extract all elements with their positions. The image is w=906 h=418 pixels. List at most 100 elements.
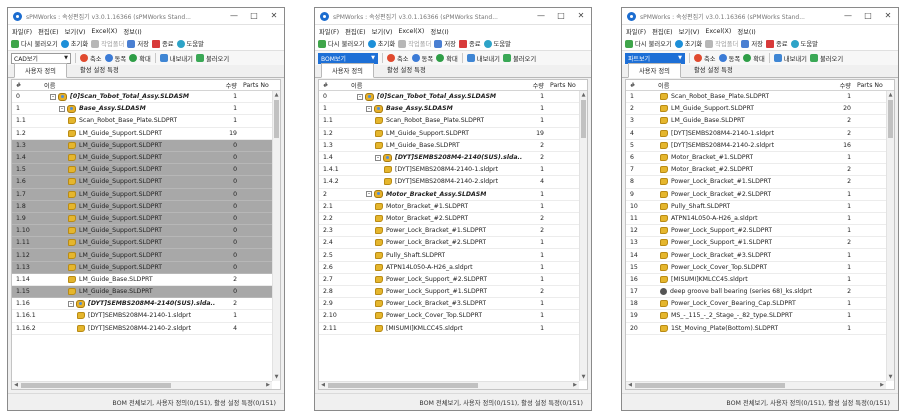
open-folder-button[interactable]: 작업폴더 bbox=[398, 39, 431, 48]
export-button[interactable]: 내보내기 bbox=[159, 54, 193, 63]
row-qty[interactable]: 2 bbox=[522, 215, 548, 222]
row-qty[interactable]: 1 bbox=[522, 239, 548, 246]
table-row[interactable]: 19 MS_-_115_-_2_Stage_-_82_type.SLDPRT 1 bbox=[626, 310, 894, 323]
column-header-qty[interactable]: 수량 bbox=[829, 81, 855, 90]
row-qty[interactable]: 2 bbox=[215, 276, 241, 283]
table-row[interactable]: 2.3 Power_Lock_Bracket_#1.SLDPRT 2 bbox=[319, 225, 587, 238]
vertical-scrollbar[interactable]: ▲ ▼ bbox=[886, 91, 894, 381]
table-row[interactable]: 0 – [0]Scan_Tobot_Total_Assy.SLDASM 1 bbox=[12, 91, 280, 104]
row-qty[interactable]: 2 bbox=[829, 130, 855, 137]
scroll-down-icon[interactable]: ▼ bbox=[273, 373, 280, 381]
tab-active-config[interactable]: 활성 설정 특정 bbox=[69, 62, 130, 77]
row-qty[interactable]: 0 bbox=[215, 178, 241, 185]
maximize-icon[interactable]: □ bbox=[244, 8, 264, 24]
open-folder-button[interactable]: 작업폴더 bbox=[91, 39, 124, 48]
row-qty[interactable]: 4 bbox=[215, 325, 241, 332]
row-qty[interactable]: 1 bbox=[522, 166, 548, 173]
export-button[interactable]: 내보내기 bbox=[773, 54, 807, 63]
row-qty[interactable]: 1 bbox=[829, 93, 855, 100]
exit-button[interactable]: 종료 bbox=[458, 39, 481, 48]
row-qty[interactable]: 1 bbox=[522, 93, 548, 100]
row-qty[interactable]: 1 bbox=[829, 252, 855, 259]
close-icon[interactable]: ✕ bbox=[571, 8, 591, 24]
menu-item[interactable]: 파일(F) bbox=[12, 27, 32, 36]
save-button[interactable]: 저장 bbox=[741, 39, 763, 48]
table-row[interactable]: 11 ATPN14L050-A-H26_a.sldprt 1 bbox=[626, 213, 894, 226]
table-row[interactable]: 2.7 Power_Lock_Support_#2.SLDPRT 1 bbox=[319, 274, 587, 286]
table-row[interactable]: 0 – [0]Scan_Tobot_Total_Assy.SLDASM 1 bbox=[319, 91, 587, 104]
scroll-up-icon[interactable]: ▲ bbox=[580, 91, 587, 99]
row-qty[interactable]: 4 bbox=[522, 178, 548, 185]
horizontal-scrollbar[interactable]: ◀ ▶ bbox=[319, 381, 579, 389]
scroll-up-icon[interactable]: ▲ bbox=[887, 91, 894, 99]
import-button[interactable]: 불러오기 bbox=[809, 54, 843, 63]
collapse-toggle-icon[interactable]: – bbox=[357, 93, 363, 100]
row-qty[interactable]: 0 bbox=[215, 191, 241, 198]
exit-button[interactable]: 종료 bbox=[151, 39, 174, 48]
table-row[interactable]: 2.11 [MISUMI]KMLCC45.sldprt 1 bbox=[319, 323, 587, 335]
help-button[interactable]: 도움말 bbox=[790, 39, 818, 48]
scroll-left-icon[interactable]: ◀ bbox=[12, 382, 20, 389]
row-qty[interactable]: 1 bbox=[522, 312, 548, 319]
scroll-down-icon[interactable]: ▼ bbox=[887, 373, 894, 381]
row-qty[interactable]: 1 bbox=[829, 227, 855, 234]
table-row[interactable]: 1.6 LM_Guide_Support.SLDPRT 0 bbox=[12, 176, 280, 189]
row-qty[interactable]: 2 bbox=[215, 300, 241, 307]
row-qty[interactable]: 0 bbox=[215, 203, 241, 210]
row-qty[interactable]: 16 bbox=[829, 142, 855, 149]
view-mode-select[interactable]: CAD보기 ▼ bbox=[11, 52, 71, 64]
table-row[interactable]: 15 Power_Lock_Cover_Top.SLDPRT 1 bbox=[626, 262, 894, 274]
table-row[interactable]: 1.14 LM_Guide_Base.SLDPRT 2 bbox=[12, 274, 280, 286]
scroll-right-icon[interactable]: ▶ bbox=[878, 382, 886, 389]
table-row[interactable]: 16 [MISUMI]KMLCC45.sldprt 1 bbox=[626, 274, 894, 286]
row-qty[interactable]: 0 bbox=[215, 264, 241, 271]
row-qty[interactable]: 0 bbox=[215, 252, 241, 259]
enlarge-button[interactable]: 확대 bbox=[436, 54, 458, 63]
table-row[interactable]: 2.6 ATPN14L050-A-H26_a.sldprt 1 bbox=[319, 262, 587, 274]
row-qty[interactable]: 0 bbox=[215, 227, 241, 234]
table-row[interactable]: 2.2 Motor_Bracket_#2.SLDPRT 2 bbox=[319, 213, 587, 226]
column-header-name[interactable]: 이름 bbox=[658, 81, 829, 90]
table-row[interactable]: 1.11 LM_Guide_Support.SLDPRT 0 bbox=[12, 237, 280, 250]
column-header-num[interactable]: # bbox=[626, 82, 658, 89]
row-qty[interactable]: 0 bbox=[215, 142, 241, 149]
row-qty[interactable]: 0 bbox=[215, 239, 241, 246]
scroll-thumb[interactable] bbox=[328, 383, 478, 388]
exit-button[interactable]: 종료 bbox=[765, 39, 788, 48]
close-icon[interactable]: ✕ bbox=[264, 8, 284, 24]
row-qty[interactable]: 2 bbox=[522, 288, 548, 295]
menu-item[interactable]: 보기(V) bbox=[372, 27, 393, 36]
reload-button[interactable]: 다시 불러오기 bbox=[318, 39, 365, 48]
column-header-qty[interactable]: 수량 bbox=[522, 81, 548, 90]
menu-item[interactable]: Excel(X) bbox=[398, 28, 424, 35]
menu-item[interactable]: 편집(E) bbox=[652, 27, 672, 36]
save-button[interactable]: 저장 bbox=[127, 39, 149, 48]
column-header-num[interactable]: # bbox=[12, 82, 44, 89]
column-header-parts-no[interactable]: Parts No bbox=[855, 82, 885, 89]
help-button[interactable]: 도움말 bbox=[176, 39, 204, 48]
table-row[interactable]: 1.1 Scan_Robot_Base_Plate.SLDPRT 1 bbox=[12, 115, 280, 128]
table-row[interactable]: 1.16 – [DYT]SEMBS208M4-2140(SUS).slda... 2 bbox=[12, 298, 280, 311]
table-row[interactable]: 1 – Base_Assy.SLDASM 1 bbox=[319, 103, 587, 116]
table-row[interactable]: 2 LM_Guide_Support.SLDPRT 20 bbox=[626, 103, 894, 116]
column-header-qty[interactable]: 수량 bbox=[215, 81, 241, 90]
scroll-thumb[interactable] bbox=[274, 100, 279, 138]
row-qty[interactable]: 20 bbox=[829, 105, 855, 112]
table-row[interactable]: 17 deep groove ball bearing (series 68)_k… bbox=[626, 286, 894, 299]
help-button[interactable]: 도움말 bbox=[483, 39, 511, 48]
maximize-icon[interactable]: □ bbox=[858, 8, 878, 24]
table-row[interactable]: 1.13 LM_Guide_Support.SLDPRT 0 bbox=[12, 261, 280, 274]
table-row[interactable]: 1.8 LM_Guide_Support.SLDPRT 0 bbox=[12, 200, 280, 213]
row-qty[interactable]: 1 bbox=[522, 105, 548, 112]
table-row[interactable]: 1 Scan_Robot_Base_Plate.SLDPRT 1 bbox=[626, 91, 894, 104]
column-header-name[interactable]: 이름 bbox=[44, 81, 215, 90]
row-qty[interactable]: 2 bbox=[522, 154, 548, 161]
reset-button[interactable]: 초기화 bbox=[367, 39, 395, 48]
tab-custom[interactable]: 사용자 정의 bbox=[321, 63, 374, 78]
row-qty[interactable]: 1 bbox=[522, 325, 548, 332]
row-qty[interactable]: 2 bbox=[522, 227, 548, 234]
row-qty[interactable]: 0 bbox=[215, 215, 241, 222]
menu-item[interactable]: 정보(I) bbox=[123, 27, 141, 36]
row-qty[interactable]: 1 bbox=[522, 300, 548, 307]
row-qty[interactable]: 1 bbox=[522, 276, 548, 283]
